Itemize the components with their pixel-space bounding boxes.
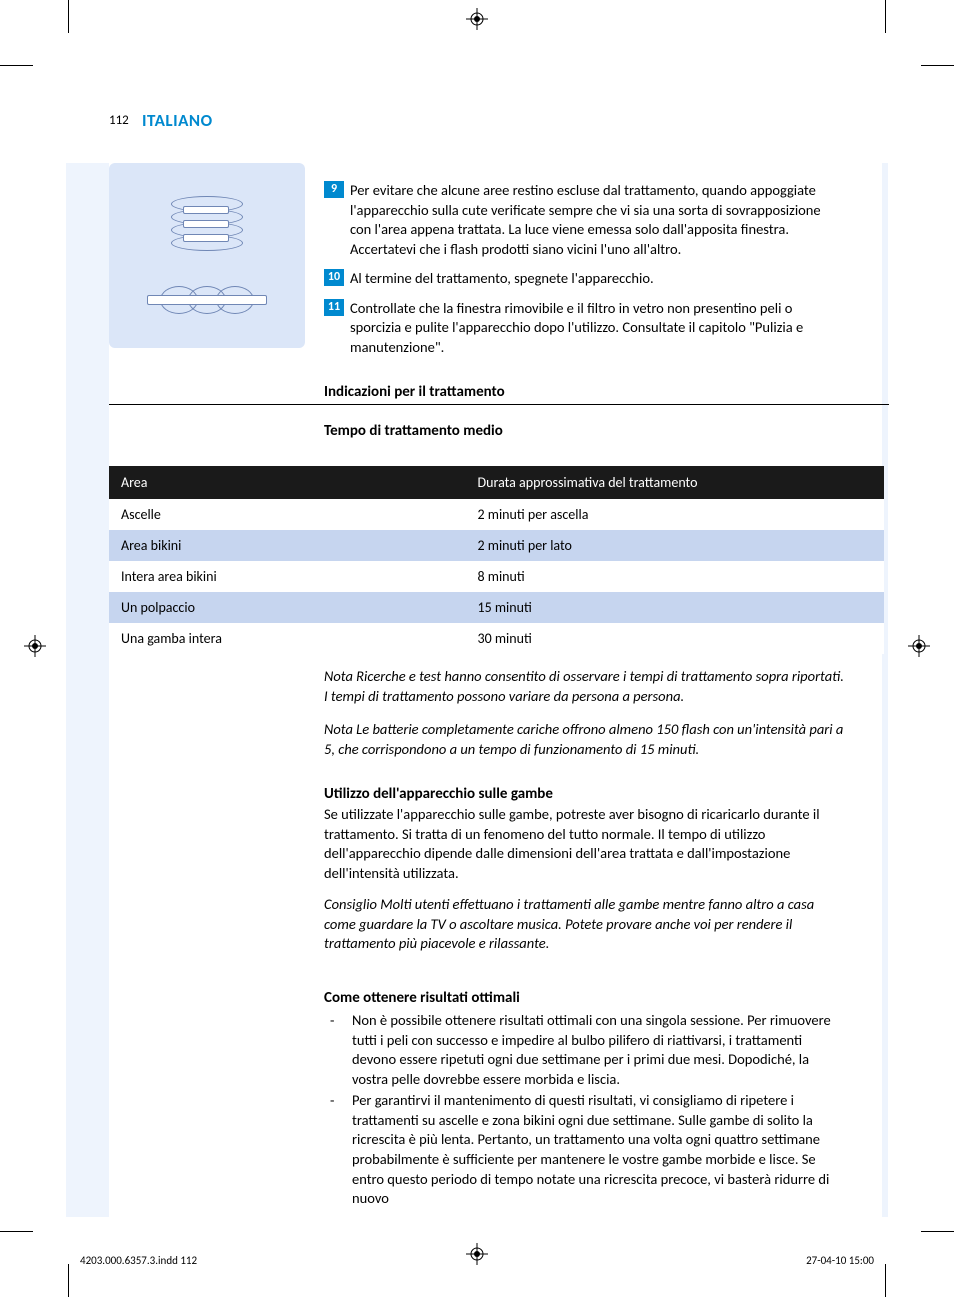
step-number-badge: 10 bbox=[324, 269, 344, 286]
step-number-badge: 9 bbox=[324, 181, 344, 198]
dash-icon: - bbox=[324, 1011, 352, 1089]
crop-mark bbox=[68, 0, 69, 33]
footer-file: 4203.000.6357.3.indd 112 bbox=[80, 1254, 197, 1267]
cell-area: Un polpaccio bbox=[109, 592, 466, 623]
footer-date: 27-04-10 15:00 bbox=[806, 1254, 874, 1267]
step-text: Controllate che la finestra rimovibile e… bbox=[350, 299, 844, 358]
table-row: Intera area bikini8 minuti bbox=[109, 561, 884, 592]
cell-area: Area bikini bbox=[109, 530, 466, 561]
divider bbox=[109, 404, 889, 405]
margin-shade bbox=[882, 163, 888, 1217]
step-number-badge: 11 bbox=[324, 299, 344, 316]
crop-mark bbox=[0, 1231, 33, 1232]
table-header-duration: Durata approssimativa del trattamento bbox=[466, 466, 885, 499]
registration-mark-icon bbox=[908, 635, 930, 657]
cell-area: Intera area bikini bbox=[109, 561, 466, 592]
step-text: Per evitare che alcune aree restino escl… bbox=[350, 181, 844, 259]
crop-mark bbox=[68, 1264, 69, 1297]
cell-duration: 2 minuti per lato bbox=[466, 530, 885, 561]
section-title: Utilizzo dell'apparecchio sulle gambe bbox=[324, 785, 844, 803]
cell-duration: 8 minuti bbox=[466, 561, 885, 592]
note-text: Nota Ricerche e test hanno consentito di… bbox=[324, 667, 844, 706]
footer: 4203.000.6357.3.indd 112 27-04-10 15:00 bbox=[80, 1254, 874, 1267]
step-text: Al termine del trattamento, spegnete l'a… bbox=[350, 269, 654, 289]
instruction-list: 9 Per evitare che alcune aree restino es… bbox=[324, 181, 844, 368]
dash-icon: - bbox=[324, 1091, 352, 1208]
crop-mark bbox=[0, 65, 33, 66]
body-text: Se utilizzate l'apparecchio sulle gambe,… bbox=[324, 805, 844, 883]
language-header: ITALIANO bbox=[142, 110, 213, 131]
registration-mark-icon bbox=[24, 635, 46, 657]
cell-duration: 2 minuti per ascella bbox=[466, 499, 885, 530]
notes-block: Nota Ricerche e test hanno consentito di… bbox=[324, 667, 844, 773]
crop-mark bbox=[921, 1231, 954, 1232]
cell-duration: 15 minuti bbox=[466, 592, 885, 623]
note-text: Nota Le batterie completamente cariche o… bbox=[324, 720, 844, 759]
sub-heading: Tempo di trattamento medio bbox=[324, 422, 503, 440]
page-number: 112 bbox=[109, 113, 129, 128]
cell-duration: 30 minuti bbox=[466, 623, 885, 654]
table-row: Un polpaccio15 minuti bbox=[109, 592, 884, 623]
registration-mark-icon bbox=[466, 8, 488, 30]
table-header-area: Area bbox=[109, 466, 466, 499]
section-legs: Utilizzo dell'apparecchio sulle gambe Se… bbox=[324, 785, 844, 954]
list-item: -Non è possibile ottenere risultati otti… bbox=[324, 1011, 844, 1089]
list-item: -Per garantirvi il mantenimento di quest… bbox=[324, 1091, 844, 1208]
treatment-time-table: Area Durata approssimativa del trattamen… bbox=[109, 466, 884, 654]
overlap-diagram-top bbox=[171, 196, 243, 252]
table-row: Ascelle2 minuti per ascella bbox=[109, 499, 884, 530]
bullet-text: Non è possibile ottenere risultati ottim… bbox=[352, 1011, 844, 1089]
table-row: Una gamba intera30 minuti bbox=[109, 623, 884, 654]
section-title: Come ottenere risultati ottimali bbox=[324, 989, 844, 1007]
crop-mark bbox=[885, 0, 886, 33]
instruction-step: 10 Al termine del trattamento, spegnete … bbox=[324, 269, 844, 289]
bullet-list: -Non è possibile ottenere risultati otti… bbox=[324, 1011, 844, 1209]
tip-text: Consiglio Molti utenti effettuano i trat… bbox=[324, 895, 844, 954]
overlap-diagram-bottom bbox=[142, 285, 272, 315]
table-row: Area bikini2 minuti per lato bbox=[109, 530, 884, 561]
crop-mark bbox=[885, 1264, 886, 1297]
instruction-step: 9 Per evitare che alcune aree restino es… bbox=[324, 181, 844, 259]
bullet-text: Per garantirvi il mantenimento di questi… bbox=[352, 1091, 844, 1208]
cell-area: Una gamba intera bbox=[109, 623, 466, 654]
section-results: Come ottenere risultati ottimali -Non è … bbox=[324, 989, 844, 1211]
instruction-step: 11 Controllate che la finestra rimovibil… bbox=[324, 299, 844, 358]
illustration bbox=[109, 163, 305, 348]
cell-area: Ascelle bbox=[109, 499, 466, 530]
margin-shade bbox=[66, 163, 109, 1217]
crop-mark bbox=[921, 65, 954, 66]
